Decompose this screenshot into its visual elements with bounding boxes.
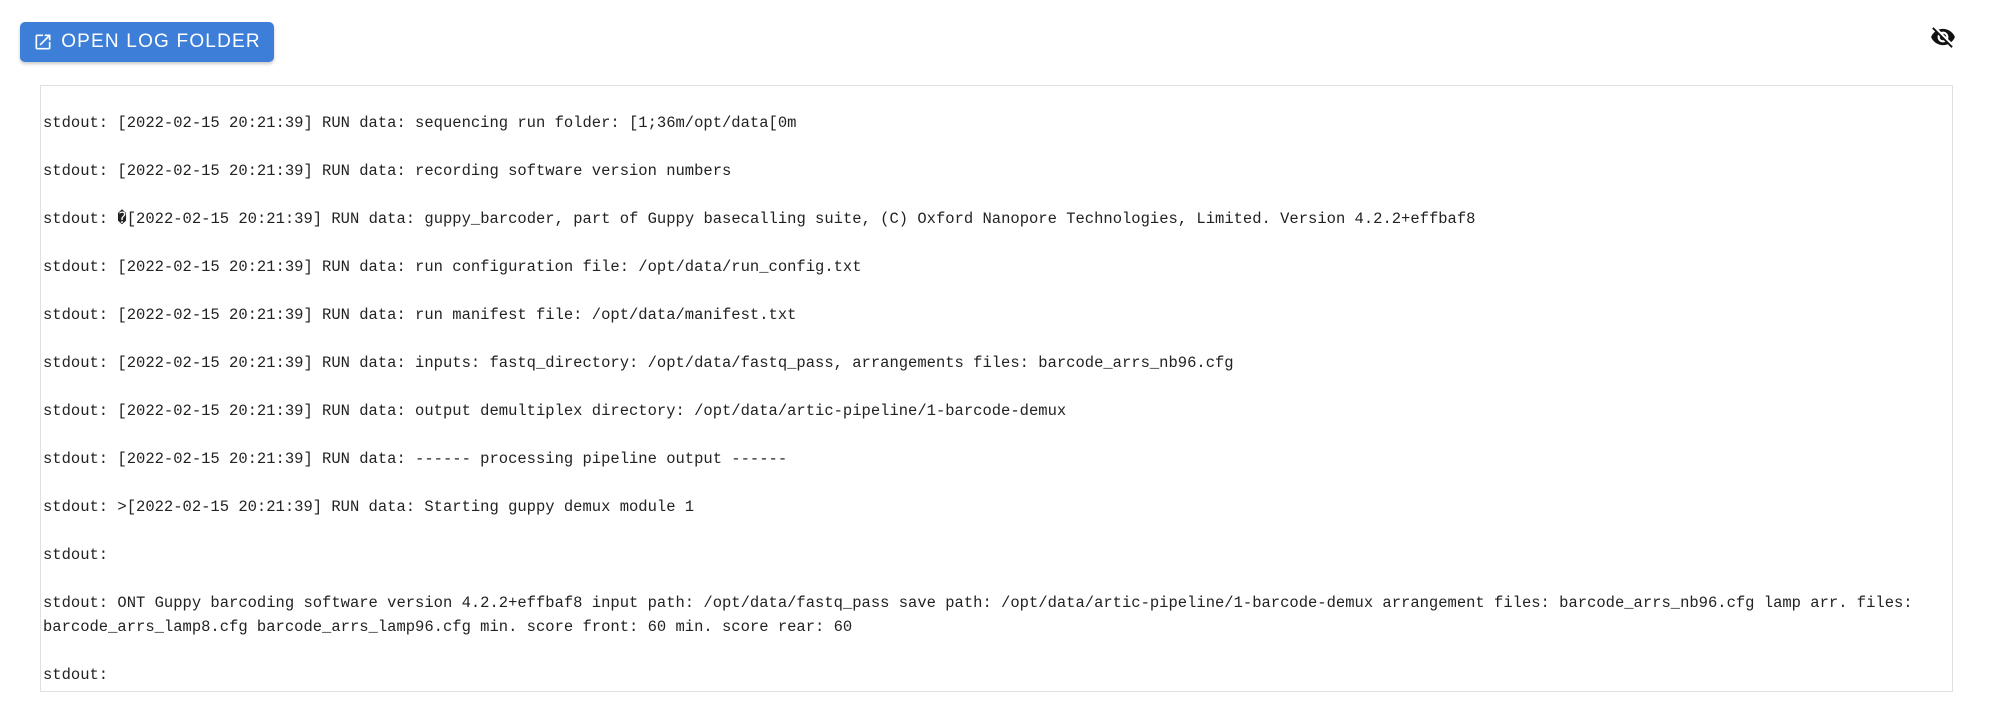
open-in-new-icon	[33, 32, 53, 52]
log-line: stdout: [2022-02-15 20:21:39] RUN data: …	[43, 162, 732, 180]
log-output-panel[interactable]: stdout: [2022-02-15 20:21:39] RUN data: …	[40, 85, 1953, 692]
open-log-folder-label: OPEN LOG FOLDER	[61, 31, 261, 52]
eye-off-icon	[1928, 24, 1958, 55]
log-line: stdout: �[2022-02-15 20:21:39] RUN data:…	[43, 210, 1476, 228]
log-line: stdout: [2022-02-15 20:21:39] RUN data: …	[43, 450, 788, 468]
log-line: stdout: [2022-02-15 20:21:39] RUN data: …	[43, 306, 797, 324]
open-log-folder-button[interactable]: OPEN LOG FOLDER	[20, 22, 274, 62]
log-line: stdout: >[2022-02-15 20:21:39] RUN data:…	[43, 498, 695, 516]
log-line: stdout:	[43, 666, 109, 684]
log-line: stdout: [2022-02-15 20:21:39] RUN data: …	[43, 402, 1067, 420]
hide-log-toggle[interactable]	[1928, 26, 1958, 52]
log-line: stdout:	[43, 546, 109, 564]
log-line: stdout: ONT Guppy barcoding software ver…	[43, 594, 1922, 636]
log-line: stdout: [2022-02-15 20:21:39] RUN data: …	[43, 258, 862, 276]
log-line: stdout: [2022-02-15 20:21:39] RUN data: …	[43, 114, 797, 132]
log-line: stdout: [2022-02-15 20:21:39] RUN data: …	[43, 354, 1234, 372]
log-lines: stdout: [2022-02-15 20:21:39] RUN data: …	[41, 86, 1952, 687]
